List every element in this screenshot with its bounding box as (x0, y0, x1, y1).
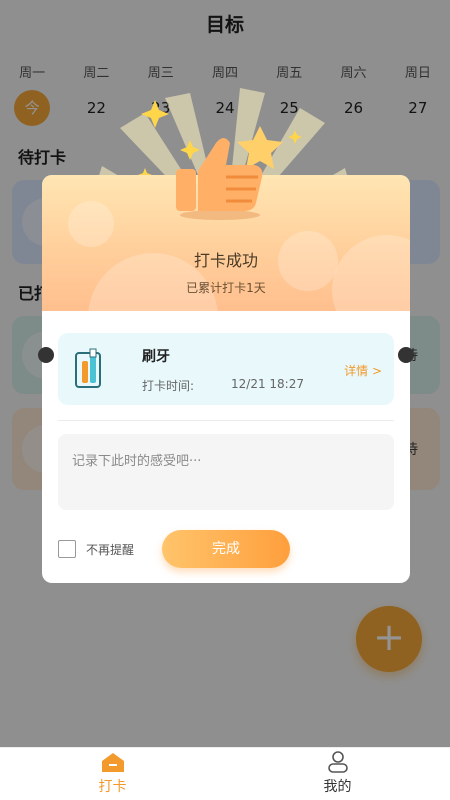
feeling-note-input[interactable] (58, 434, 394, 510)
side-handle-left (38, 347, 54, 363)
no-remind-checkbox[interactable] (58, 540, 76, 558)
tab-checkin[interactable]: 打卡 (0, 748, 225, 800)
no-remind-label: 不再提醒 (86, 543, 135, 557)
side-handle-right (398, 347, 414, 363)
bottom-tab-bar: 打卡 我的 (0, 747, 450, 800)
checkin-success-dialog: 打卡成功 已累计打卡1天 刷牙 打卡时间: 12/21 18:27 详情 > 不… (38, 138, 414, 583)
checkin-time-label: 打卡时间: (142, 379, 195, 393)
task-detail-link[interactable]: 详情 > (344, 362, 382, 379)
thumbs-up-icon (176, 138, 263, 220)
tab-label: 我的 (323, 779, 352, 795)
divider (58, 420, 394, 421)
dialog-title: 打卡成功 (193, 251, 258, 270)
tab-label: 打卡 (98, 779, 127, 795)
task-summary-card: 刷牙 打卡时间: 12/21 18:27 详情 > (58, 333, 394, 405)
decor-bubble (68, 201, 114, 247)
done-button[interactable]: 完成 (162, 530, 290, 568)
toothbrush-icon (75, 348, 101, 388)
home-icon (101, 753, 124, 772)
tab-mine[interactable]: 我的 (225, 748, 450, 800)
checkin-time-value: 12/21 18:27 (231, 377, 304, 391)
dialog-subtitle: 已累计打卡1天 (186, 281, 266, 295)
profile-icon (327, 751, 348, 773)
task-name: 刷牙 (142, 349, 170, 365)
